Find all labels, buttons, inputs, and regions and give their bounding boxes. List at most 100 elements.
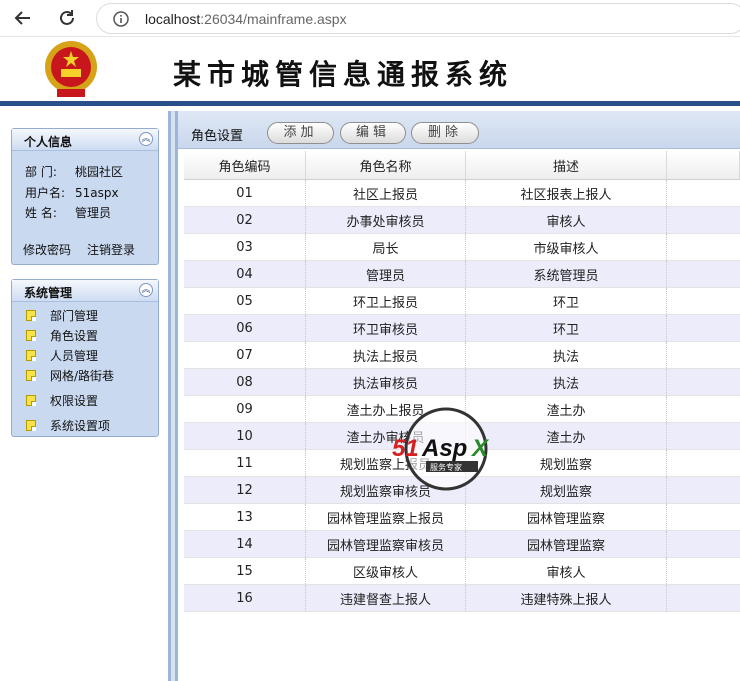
note-icon	[26, 349, 36, 361]
note-icon	[26, 419, 36, 431]
description-cell: 违建特殊上报人	[466, 585, 667, 611]
table-row[interactable]: 08 执法审核员 执法	[184, 369, 740, 396]
table-row[interactable]: 15 区级审核人 审核人	[184, 558, 740, 585]
column-header[interactable]: 角色编码	[184, 151, 306, 179]
url-text: localhost:26034/mainframe.aspx	[145, 11, 347, 27]
menu-item-department[interactable]: 部门管理	[26, 307, 98, 323]
roles-table: 角色编码 角色名称 描述 01 社区上报员 社区报表上报人 02 办事处审核员 审核人 03…	[184, 151, 740, 612]
menu-item-roles[interactable]: 角色设置	[26, 327, 98, 343]
role-name-cell: 渣土办审核员	[306, 423, 466, 449]
description-cell: 规划监察	[466, 477, 667, 503]
system-admin-title: 系统管理	[24, 286, 73, 300]
table-header: 角色编码 角色名称 描述	[184, 151, 740, 180]
role-code-cell: 15	[184, 558, 306, 584]
description-cell: 系统管理员	[466, 261, 667, 287]
menu-item-label: 人员管理	[50, 348, 99, 363]
info-icon[interactable]	[113, 11, 129, 27]
app-header: 某市城管信息通报系统	[0, 37, 740, 106]
reload-button[interactable]	[55, 6, 79, 30]
empty-cell	[667, 531, 740, 557]
menu-item-label: 系统设置项	[50, 418, 111, 433]
role-code-cell: 02	[184, 207, 306, 233]
sidebar-splitter[interactable]	[168, 111, 178, 681]
menu-item-system-settings[interactable]: 系统设置项	[26, 417, 110, 433]
add-button[interactable]: 添加	[267, 122, 334, 144]
empty-cell	[667, 558, 740, 584]
description-cell: 市级审核人	[466, 234, 667, 260]
table-row[interactable]: 04 管理员 系统管理员	[184, 261, 740, 288]
main-content: 角色设置 添加 编辑 删除 角色编码 角色名称 描述 01 社区上报员 社区报表上报…	[178, 111, 740, 681]
table-row[interactable]: 06 环卫审核员 环卫	[184, 315, 740, 342]
table-row[interactable]: 02 办事处审核员 审核人	[184, 207, 740, 234]
column-header[interactable]: 角色名称	[306, 151, 466, 179]
empty-cell	[667, 180, 740, 206]
role-name-cell: 局长	[306, 234, 466, 260]
table-row[interactable]: 07 执法上报员 执法	[184, 342, 740, 369]
role-name-cell: 管理员	[306, 261, 466, 287]
role-code-cell: 04	[184, 261, 306, 287]
back-button[interactable]	[11, 6, 35, 30]
table-row[interactable]: 16 违建督查上报人 违建特殊上报人	[184, 585, 740, 612]
collapse-icon[interactable]: ︽	[139, 283, 153, 297]
table-row[interactable]: 09 渣土办上报员 渣土办	[184, 396, 740, 423]
personal-info-panel: 个人信息 ︽ 部 门: 桃园社区 用户名: 51aspx 姓 名: 管理员 修改密码 …	[11, 128, 159, 265]
delete-button[interactable]: 删除	[411, 122, 479, 144]
info-label: 用户名:	[25, 186, 66, 200]
toolbar-title: 角色设置	[191, 129, 244, 144]
info-value: 桃园社区	[75, 165, 124, 179]
role-toolbar: 角色设置 添加 编辑 删除	[178, 111, 740, 149]
url-path: /mainframe.aspx	[243, 11, 347, 27]
logout-link[interactable]: 注销登录	[87, 241, 135, 258]
menu-item-label: 权限设置	[50, 393, 99, 408]
empty-cell	[667, 423, 740, 449]
empty-cell	[667, 207, 740, 233]
edit-button[interactable]: 编辑	[340, 122, 406, 144]
change-password-link[interactable]: 修改密码	[23, 241, 71, 258]
empty-cell	[667, 288, 740, 314]
table-row[interactable]: 11 规划监察上报员 规划监察	[184, 450, 740, 477]
role-code-cell: 05	[184, 288, 306, 314]
description-cell: 执法	[466, 342, 667, 368]
role-name-cell: 执法上报员	[306, 342, 466, 368]
table-row[interactable]: 12 规划监察审核员 规划监察	[184, 477, 740, 504]
description-cell: 园林管理监察	[466, 531, 667, 557]
address-bar[interactable]: localhost:26034/mainframe.aspx	[96, 3, 740, 34]
table-row[interactable]: 13 园林管理监察上报员 园林管理监察	[184, 504, 740, 531]
note-icon	[26, 309, 36, 321]
description-cell: 环卫	[466, 315, 667, 341]
table-row[interactable]: 05 环卫上报员 环卫	[184, 288, 740, 315]
table-row[interactable]: 14 园林管理监察审核员 园林管理监察	[184, 531, 740, 558]
description-cell: 执法	[466, 369, 667, 395]
role-code-cell: 01	[184, 180, 306, 206]
personal-info-header: 个人信息 ︽	[12, 129, 158, 151]
empty-cell	[667, 585, 740, 611]
note-icon	[26, 329, 36, 341]
menu-item-permissions[interactable]: 权限设置	[26, 392, 98, 408]
role-code-cell: 13	[184, 504, 306, 530]
menu-item-grid-streets[interactable]: 网格/路街巷	[26, 367, 114, 383]
collapse-icon[interactable]: ︽	[139, 132, 153, 146]
table-row[interactable]: 01 社区上报员 社区报表上报人	[184, 180, 740, 207]
description-cell: 环卫	[466, 288, 667, 314]
column-header[interactable]: 描述	[466, 151, 667, 179]
role-code-cell: 12	[184, 477, 306, 503]
info-row-department: 部 门: 桃园社区	[25, 163, 123, 180]
description-cell: 渣土办	[466, 396, 667, 422]
role-code-cell: 16	[184, 585, 306, 611]
description-cell: 审核人	[466, 558, 667, 584]
table-row[interactable]: 10 渣土办审核员 渣土办	[184, 423, 740, 450]
reload-icon	[60, 10, 74, 25]
role-name-cell: 渣土办上报员	[306, 396, 466, 422]
info-label: 部 门:	[25, 165, 57, 179]
role-name-cell: 违建督查上报人	[306, 585, 466, 611]
info-value: 51aspx	[75, 186, 119, 200]
menu-item-personnel[interactable]: 人员管理	[26, 347, 98, 363]
menu-item-label: 部门管理	[50, 308, 99, 323]
empty-cell	[667, 450, 740, 476]
table-row[interactable]: 03 局长 市级审核人	[184, 234, 740, 261]
role-name-cell: 执法审核员	[306, 369, 466, 395]
browser-toolbar: localhost:26034/mainframe.aspx	[0, 0, 740, 37]
url-port: :26034	[200, 11, 244, 27]
empty-cell	[667, 315, 740, 341]
back-arrow-icon	[14, 11, 30, 25]
